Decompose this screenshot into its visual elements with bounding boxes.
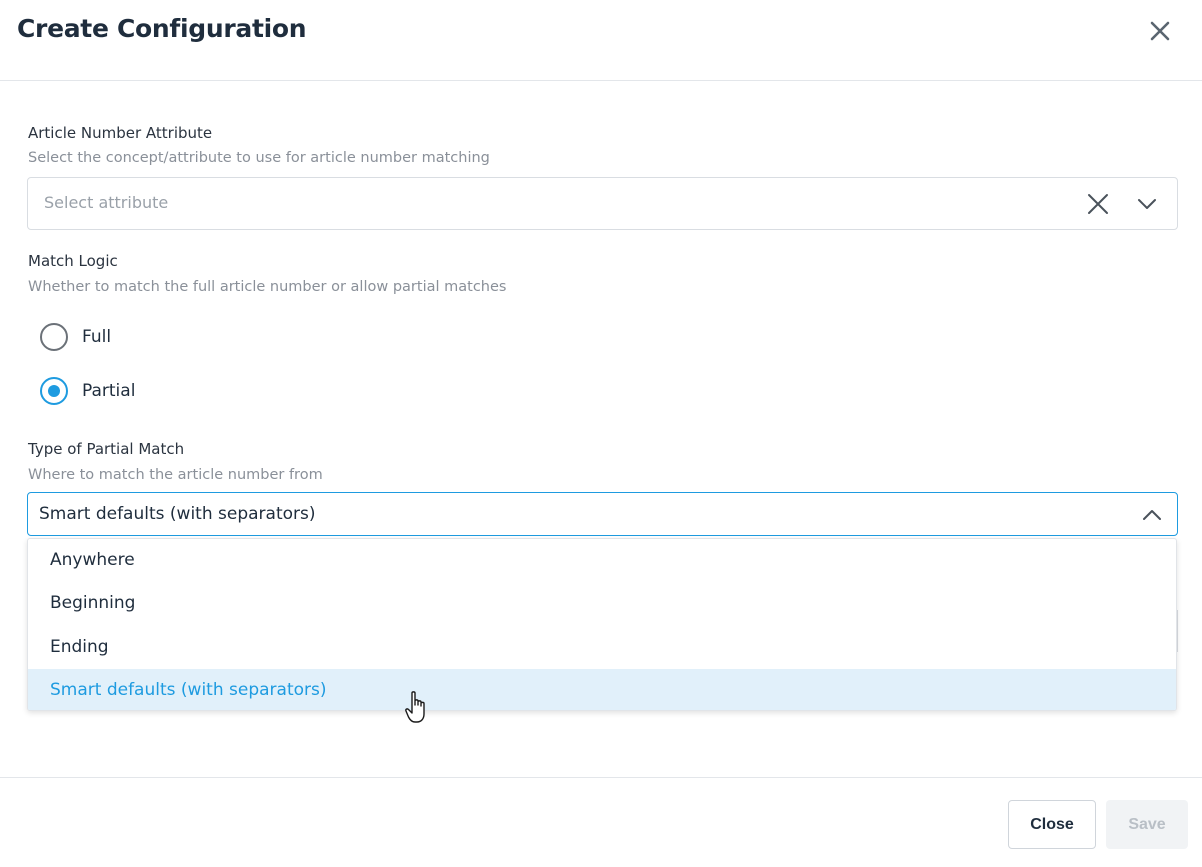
radio-option-full[interactable]: Full bbox=[40, 322, 111, 352]
dropdown-option-ending[interactable]: Ending bbox=[28, 626, 1176, 669]
chevron-down-icon[interactable] bbox=[1135, 192, 1159, 216]
radio-label-partial: Partial bbox=[82, 381, 136, 401]
clear-icon[interactable] bbox=[1086, 192, 1110, 216]
dropdown-option-smart-defaults[interactable]: Smart defaults (with separators) bbox=[28, 669, 1176, 710]
chevron-up-icon[interactable] bbox=[1140, 503, 1164, 527]
radio-option-partial[interactable]: Partial bbox=[40, 376, 135, 406]
partial-match-label: Type of Partial Match bbox=[28, 440, 185, 458]
save-button[interactable]: Save bbox=[1106, 800, 1188, 849]
dialog-title: Create Configuration bbox=[17, 14, 307, 43]
match-logic-label: Match Logic bbox=[28, 252, 118, 270]
partial-match-dropdown: Anywhere Beginning Ending Smart defaults… bbox=[27, 538, 1177, 711]
partial-match-value: Smart defaults (with separators) bbox=[39, 504, 316, 524]
dialog-header: Create Configuration bbox=[0, 0, 1202, 81]
close-button[interactable]: Close bbox=[1008, 800, 1096, 849]
dropdown-option-anywhere[interactable]: Anywhere bbox=[28, 539, 1176, 582]
article-attribute-help: Select the concept/attribute to use for … bbox=[28, 150, 490, 166]
radio-button-full[interactable] bbox=[40, 323, 68, 351]
article-attribute-select[interactable]: Select attribute bbox=[27, 177, 1178, 230]
partial-match-help: Where to match the article number from bbox=[28, 467, 323, 483]
radio-label-full: Full bbox=[82, 327, 112, 347]
hand-pointer-icon bbox=[405, 691, 425, 723]
dropdown-option-beginning[interactable]: Beginning bbox=[28, 582, 1176, 625]
partial-match-select[interactable]: Smart defaults (with separators) bbox=[27, 492, 1178, 536]
article-attribute-label: Article Number Attribute bbox=[28, 124, 213, 142]
article-attribute-placeholder: Select attribute bbox=[44, 193, 169, 212]
close-icon[interactable] bbox=[1145, 16, 1175, 46]
radio-button-partial[interactable] bbox=[40, 377, 68, 405]
match-logic-help: Whether to match the full article number… bbox=[28, 279, 507, 295]
